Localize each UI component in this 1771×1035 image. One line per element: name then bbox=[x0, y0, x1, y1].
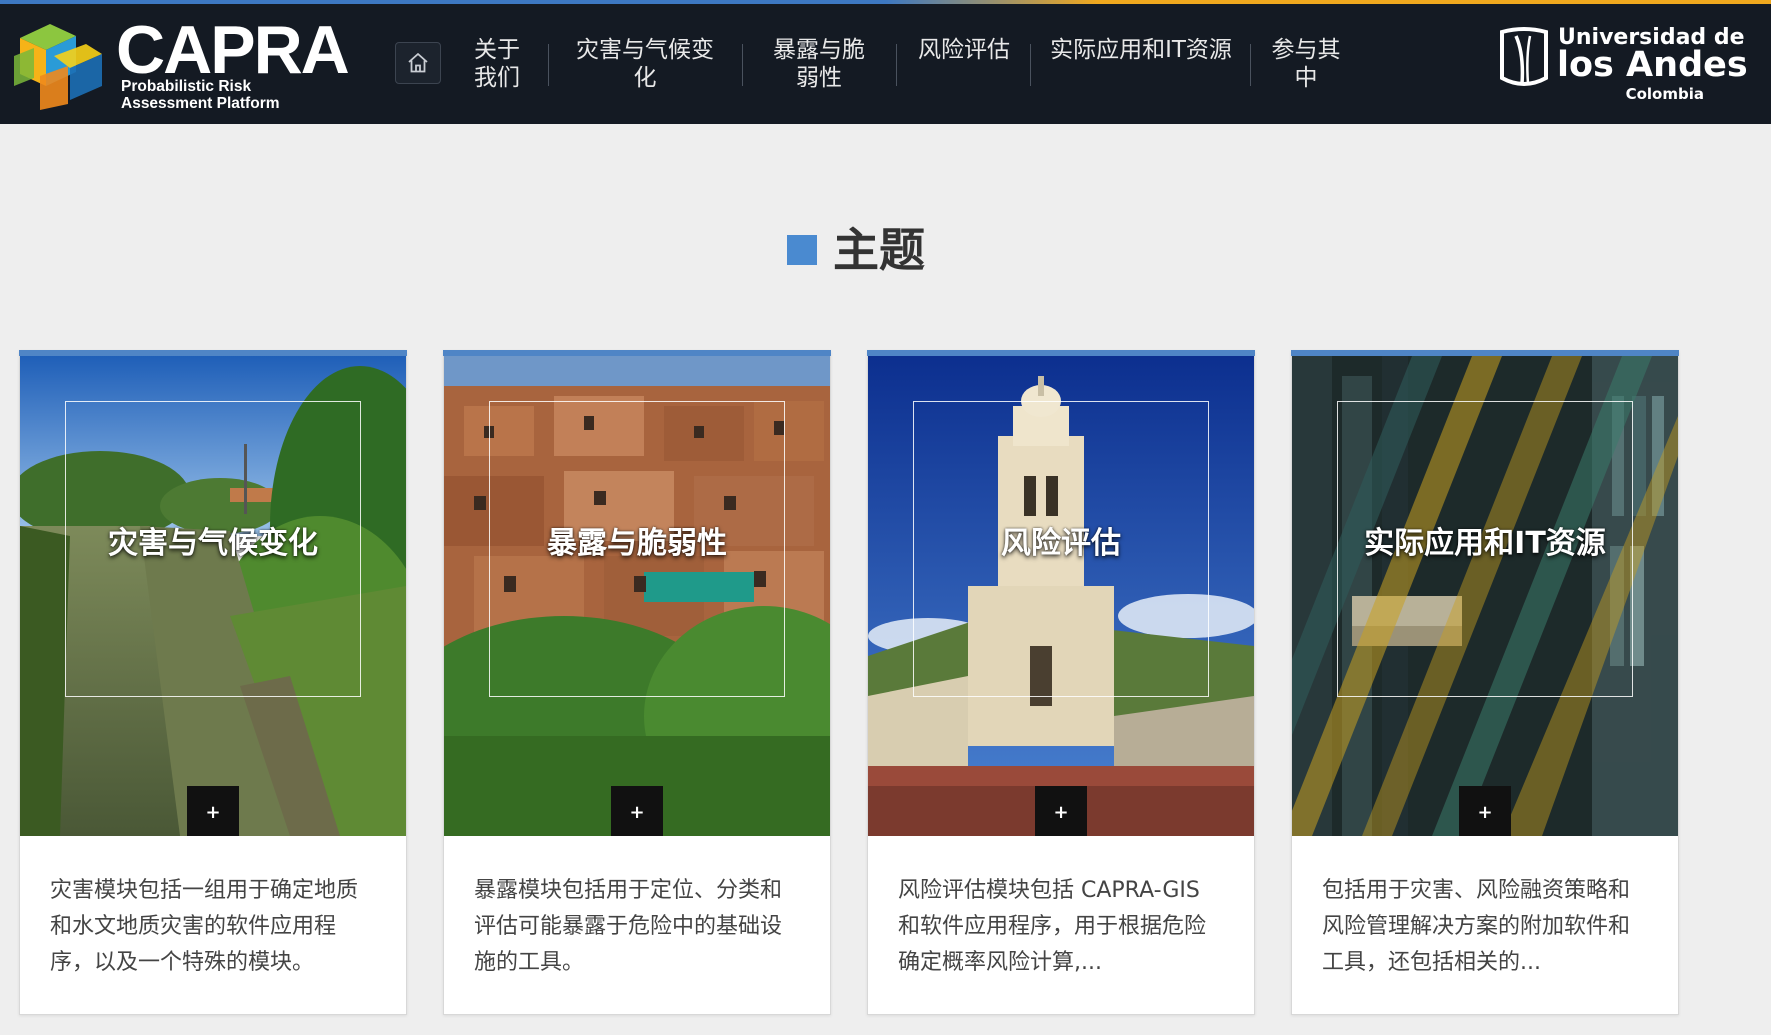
topic-card-exposure-vulnerability[interactable]: 暴露与脆弱性 + 暴露模块包括用于定位、分类和评估可能暴露于危险中的基础设施的工… bbox=[443, 350, 831, 1015]
card-description: 灾害模块包括一组用于确定地质和水文地质灾害的软件应用程序，以及一个特殊的模块。 bbox=[50, 878, 359, 975]
card-image-river: 灾害与气候变化 + bbox=[20, 356, 406, 836]
nav-risk-assessment[interactable]: 风险评估 bbox=[912, 36, 1016, 64]
nav-label-line2: 化 bbox=[633, 65, 657, 91]
nav-label-line1: 暴露与脆 bbox=[773, 37, 865, 63]
card-description: 风险评估模块包括 CAPRA-GIS 和软件应用程序，用于根据危险确定概率风险计… bbox=[898, 878, 1207, 975]
universidad-de-los-andes-logo[interactable]: Universidad de los Andes Colombia bbox=[1496, 22, 1748, 108]
nav-divider bbox=[742, 44, 743, 86]
logo-subtitle: Probabilistic Risk Assessment Platform bbox=[121, 78, 280, 112]
card-title: 暴露与脆弱性 bbox=[547, 526, 727, 561]
nav-about-us[interactable]: 关于 我们 bbox=[471, 36, 523, 92]
topic-card-risk-assessment[interactable]: 风险评估 + 风险评估模块包括 CAPRA-GIS 和软件应用程序，用于根据危险… bbox=[867, 350, 1255, 1015]
nav-divider bbox=[1030, 44, 1031, 86]
nav-label-line1: 灾害与气候变 bbox=[576, 37, 714, 63]
card-description: 包括用于灾害、风险融资策略和风险管理解决方案的附加软件和工具，还包括相关的... bbox=[1322, 878, 1631, 975]
nav-get-involved[interactable]: 参与其 中 bbox=[1266, 36, 1346, 92]
header-accent-line bbox=[0, 0, 1771, 4]
card-title: 灾害与气候变化 bbox=[108, 526, 318, 561]
home-button[interactable] bbox=[395, 42, 441, 84]
card-image-damaged-church: 风险评估 + bbox=[868, 356, 1254, 836]
university-name-line2: los Andes bbox=[1557, 45, 1748, 85]
section-heading: 主题 bbox=[787, 222, 925, 278]
topic-card-hazard-climate[interactable]: 灾害与气候变化 + 灾害模块包括一组用于确定地质和水文地质灾害的软件应用程序，以… bbox=[19, 350, 407, 1015]
capra-cube-icon bbox=[14, 24, 102, 110]
logo-subtitle-line1: Probabilistic Risk bbox=[121, 78, 252, 95]
expand-plus-button[interactable]: + bbox=[611, 786, 663, 836]
university-country: Colombia bbox=[1625, 85, 1704, 103]
nav-label-line2: 弱性 bbox=[796, 65, 842, 91]
nav-label-line1: 参与其 bbox=[1271, 37, 1341, 63]
nav-label-line2: 我们 bbox=[474, 65, 520, 91]
logo-title: CAPRA bbox=[116, 12, 350, 88]
card-description: 暴露模块包括用于定位、分类和评估可能暴露于危险中的基础设施的工具。 bbox=[474, 878, 783, 975]
home-icon bbox=[408, 53, 428, 73]
nav-hazard-climate[interactable]: 灾害与气候变 化 bbox=[568, 36, 722, 92]
nav-label-line1: 实际应用和IT资源 bbox=[1050, 37, 1232, 63]
nav-divider bbox=[548, 44, 549, 86]
university-shield-icon bbox=[1500, 27, 1548, 86]
capra-logo[interactable]: CAPRA Probabilistic Risk Assessment Plat… bbox=[10, 12, 350, 114]
section-title: 主题 bbox=[833, 223, 925, 277]
card-title: 实际应用和IT资源 bbox=[1364, 526, 1606, 561]
nav-label-line1: 风险评估 bbox=[918, 37, 1010, 63]
nav-exposure-vulnerability[interactable]: 暴露与脆 弱性 bbox=[766, 36, 872, 92]
card-image-library: 实际应用和IT资源 + bbox=[1292, 356, 1678, 836]
expand-plus-button[interactable]: + bbox=[1035, 786, 1087, 836]
nav-label-line2: 中 bbox=[1294, 65, 1318, 91]
section-square-icon bbox=[787, 235, 817, 265]
nav-divider bbox=[1250, 44, 1251, 86]
nav-divider bbox=[896, 44, 897, 86]
expand-plus-button[interactable]: + bbox=[1459, 786, 1511, 836]
card-image-hillside-houses: 暴露与脆弱性 + bbox=[444, 356, 830, 836]
expand-plus-button[interactable]: + bbox=[187, 786, 239, 836]
logo-subtitle-line2: Assessment Platform bbox=[121, 95, 280, 112]
nav-label-line1: 关于 bbox=[474, 37, 520, 63]
nav-applications-it-resources[interactable]: 实际应用和IT资源 bbox=[1046, 36, 1236, 64]
top-navigation-bar: CAPRA Probabilistic Risk Assessment Plat… bbox=[0, 0, 1771, 124]
topic-card-applications-it-resources[interactable]: 实际应用和IT资源 + 包括用于灾害、风险融资策略和风险管理解决方案的附加软件和… bbox=[1291, 350, 1679, 1015]
card-title: 风险评估 bbox=[1001, 526, 1121, 561]
